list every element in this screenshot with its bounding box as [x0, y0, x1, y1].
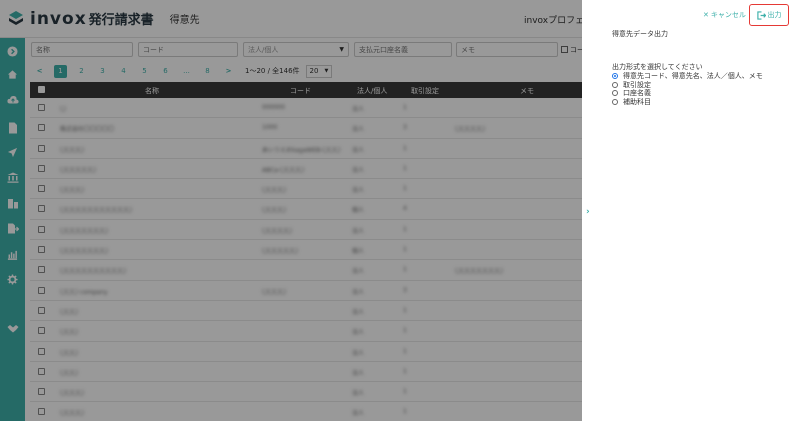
radio-button[interactable] — [612, 81, 618, 88]
modal-backdrop[interactable] — [0, 0, 582, 421]
export-icon — [756, 10, 766, 20]
cancel-label: キャンセル — [710, 11, 746, 19]
chevron-right-icon[interactable]: › — [586, 207, 590, 217]
cancel-button[interactable]: ✕ キャンセル — [703, 10, 746, 20]
close-icon: ✕ — [703, 11, 709, 19]
panel-title: 得意先データ出力 — [612, 30, 668, 38]
app-root: invox 発行請求書 得意先 invoxプロフェッシ 名称 コード 法人/個人… — [0, 0, 800, 421]
format-options: 得意先コード、得意先名、法人／個人、メモ 取引設定 口座名義 補助科目 — [612, 72, 763, 106]
panel-divider — [582, 0, 598, 421]
output-button[interactable]: 出力 — [749, 4, 789, 26]
radio-button[interactable] — [612, 73, 618, 80]
output-label: 出力 — [767, 11, 782, 19]
radio-button[interactable] — [612, 90, 618, 97]
format-option-label: 補助科目 — [623, 97, 651, 106]
radio-button[interactable] — [612, 98, 618, 105]
format-option[interactable]: 補助科目 — [612, 98, 763, 107]
